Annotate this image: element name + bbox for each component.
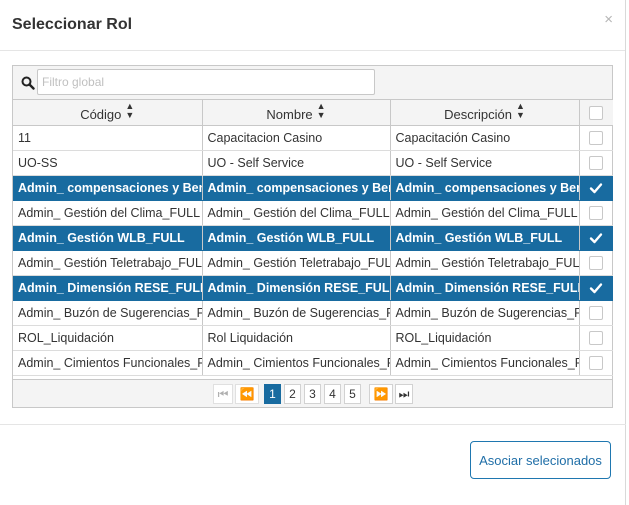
global-filter-input[interactable] [37,69,375,95]
first-page-button[interactable]: ⏮ [213,384,233,404]
column-header-descripcion[interactable]: Descripción▲ ▼ [390,100,580,126]
row-checkbox[interactable] [589,330,604,345]
cell-nombre: Rol Liquidación [202,325,391,351]
row-checkbox[interactable] [589,155,604,170]
cell-codigo: Admin_ Dimensión RESE_FULL [13,275,203,301]
cell-descripcion: Admin_ Buzón de Sugerencias_F [390,300,580,326]
table-row[interactable]: Admin_ compensaciones y Bene Admin_ compe… [13,175,613,201]
cell-nombre: Admin_ Gestión Teletrabajo_FUL [202,250,391,276]
page-button-2[interactable]: 2 [284,384,301,404]
cell-descripcion: Capacitación Casino [390,125,580,151]
row-checkbox[interactable] [589,305,604,320]
roles-grid: Código▲ ▼ Nombre▲ ▼ Descripción▲ ▼ 11 Capaci… [13,100,613,376]
cell-codigo: Admin_ compensaciones y Bene [13,175,203,201]
cell-descripcion: UO - Self Service [390,150,580,176]
table-row[interactable]: UO-SS UO - Self Service UO - Self Service [13,150,613,176]
page-button-3[interactable]: 3 [304,384,321,404]
cell-select[interactable] [579,275,613,301]
cell-codigo: Admin_ Gestión del Clima_FULL [13,200,203,226]
search-icon [21,76,35,90]
header-row: Código▲ ▼ Nombre▲ ▼ Descripción▲ ▼ [13,100,613,126]
checkmark-icon[interactable] [589,231,603,245]
filter-bar [13,66,612,100]
modal-title: Seleccionar Rol [12,16,133,33]
table-row[interactable]: Admin_ Buzón de Sugerencias_F Admin_ Buzó… [13,300,613,326]
page-button-1[interactable]: 1 [264,384,281,404]
page-button-5[interactable]: 5 [344,384,361,404]
checkmark-icon[interactable] [589,181,603,195]
cell-nombre: Admin_ Gestión WLB_FULL [202,225,391,251]
table-row[interactable]: Admin_ Gestión del Clima_FULL Admin_ Gest… [13,200,613,226]
cell-codigo: Admin_ Buzón de Sugerencias_F [13,300,203,326]
paginator: ⏮ ⏪ 1 2 3 4 5 ⏩ ⏭ [13,379,612,407]
cell-nombre: Admin_ Cimientos Funcionales_F [202,350,391,376]
select-all-checkbox[interactable] [589,106,604,121]
sort-icon: ▲ ▼ [125,101,135,121]
roles-table: Código▲▼ Nombre▲▼ Descripción▲▼ 11Capaci… [12,65,613,408]
cell-select[interactable] [579,225,613,251]
cell-nombre: Admin_ Dimensión RESE_FULL [202,275,391,301]
cell-codigo: 11 [13,125,203,151]
cell-nombre: Admin_ compensaciones y Bene [202,175,391,201]
select-all-header[interactable] [579,100,613,126]
column-header-nombre[interactable]: Nombre▲ ▼ [202,100,391,126]
cell-descripcion: Admin_ compensaciones y Bene [390,175,580,201]
sort-icon: ▲ ▼ [316,101,326,121]
prev-page-button[interactable]: ⏪ [235,384,259,404]
page-button-4[interactable]: 4 [324,384,341,404]
cell-nombre: Admin_ Buzón de Sugerencias_F [202,300,391,326]
row-checkbox[interactable] [589,130,604,145]
row-checkbox[interactable] [589,205,604,220]
select-role-modal: Seleccionar Rol × Código▲▼ Nombre▲▼ De [0,0,626,505]
associate-selected-button[interactable]: Asociar selecionados [470,441,611,479]
cell-select[interactable] [579,125,613,151]
cell-codigo: ROL_Liquidación [13,325,203,351]
sort-icon: ▲ ▼ [516,101,525,121]
table-row[interactable]: Admin_ Gestión WLB_FULL Admin_ Gestión WL… [13,225,613,251]
row-checkbox[interactable] [589,255,604,270]
close-button[interactable]: × [604,12,613,28]
table-row[interactable]: 11 Capacitacion Casino Capacitación Casino [13,125,613,151]
modal-footer: Asociar selecionados [0,424,626,505]
cell-select[interactable] [579,250,613,276]
cell-descripcion: Admin_ Gestión del Clima_FULL [390,200,580,226]
checkmark-icon[interactable] [589,281,603,295]
cell-descripcion: Admin_ Gestión Teletrabajo_FUL [390,250,580,276]
cell-codigo: Admin_ Cimientos Funcionales_F [13,350,203,376]
cell-select[interactable] [579,200,613,226]
table-row[interactable]: Admin_ Cimientos Funcionales_F Admin_ Cim… [13,350,613,376]
last-page-button[interactable]: ⏭ [395,384,413,404]
cell-nombre: Admin_ Gestión del Clima_FULL [202,200,391,226]
column-header-codigo[interactable]: Código▲ ▼ [13,100,203,126]
cell-codigo: Admin_ Gestión Teletrabajo_FULL [13,250,203,276]
cell-descripcion: Admin_ Cimientos Funcionales_F [390,350,580,376]
cell-descripcion: ROL_Liquidación [390,325,580,351]
cell-select[interactable] [579,150,613,176]
cell-nombre: UO - Self Service [202,150,391,176]
cell-nombre: Capacitacion Casino [202,125,391,151]
cell-select[interactable] [579,175,613,201]
cell-descripcion: Admin_ Gestión WLB_FULL [390,225,580,251]
modal-header: Seleccionar Rol × [0,0,625,51]
table-row[interactable]: Admin_ Gestión Teletrabajo_FULL Admin_ Ge… [13,250,613,276]
cell-select[interactable] [579,325,613,351]
table-row[interactable]: Admin_ Dimensión RESE_FULL Admin_ Dimensi… [13,275,613,301]
row-checkbox[interactable] [589,355,604,370]
cell-descripcion: Admin_ Dimensión RESE_FULL [390,275,580,301]
table-row[interactable]: ROL_Liquidación Rol Liquidación ROL_Liquid… [13,325,613,351]
next-page-button[interactable]: ⏩ [369,384,393,404]
cell-codigo: UO-SS [13,150,203,176]
cell-codigo: Admin_ Gestión WLB_FULL [13,225,203,251]
cell-select[interactable] [579,350,613,376]
cell-select[interactable] [579,300,613,326]
